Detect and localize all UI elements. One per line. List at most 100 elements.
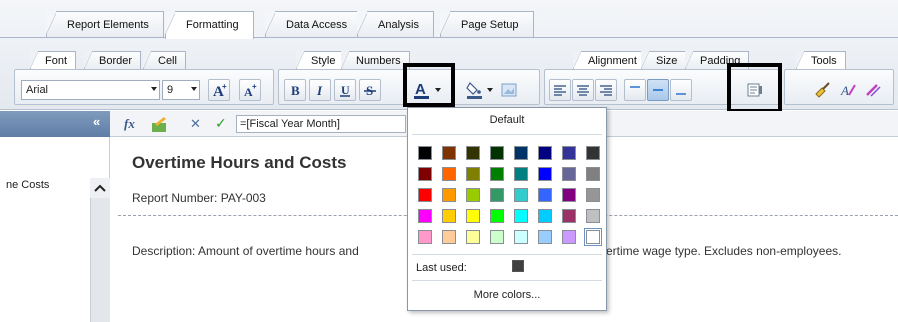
- color-swatch[interactable]: [586, 146, 600, 160]
- color-swatch[interactable]: [442, 230, 456, 244]
- color-swatch[interactable]: [562, 230, 576, 244]
- svg-text:+: +: [222, 82, 227, 91]
- clear-all-format-button[interactable]: [862, 79, 884, 101]
- format-painter-button[interactable]: [812, 79, 834, 101]
- color-swatch[interactable]: [562, 209, 576, 223]
- color-swatch[interactable]: [514, 188, 528, 202]
- align-left-button[interactable]: [549, 79, 571, 101]
- color-swatch[interactable]: [514, 146, 528, 160]
- report-number[interactable]: Report Number: PAY-003: [132, 191, 266, 205]
- align-bottom-button[interactable]: [670, 79, 692, 101]
- align-top-button[interactable]: [624, 79, 646, 101]
- align-right-icon: [600, 85, 612, 96]
- fill-color-dropdown[interactable]: [484, 79, 496, 101]
- tab-label: Formatting: [186, 19, 239, 31]
- color-swatch[interactable]: [466, 167, 480, 181]
- color-swatch[interactable]: [466, 230, 480, 244]
- strikethrough-button[interactable]: S: [359, 79, 381, 101]
- tab-data-access[interactable]: Data Access: [265, 11, 363, 37]
- color-swatch[interactable]: [418, 230, 432, 244]
- report-title[interactable]: Overtime Hours and Costs: [132, 153, 346, 173]
- color-swatch[interactable]: [490, 167, 504, 181]
- color-swatch[interactable]: [538, 146, 552, 160]
- font-name-combo[interactable]: Arial: [21, 80, 160, 100]
- report-description[interactable]: Description: Amount of overtime hours an…: [132, 244, 359, 258]
- report-description-tail[interactable]: ertime wage type. Excludes non-employees…: [606, 244, 841, 258]
- color-swatch[interactable]: [490, 230, 504, 244]
- tab-analysis[interactable]: Analysis: [357, 11, 434, 37]
- color-swatch[interactable]: [584, 228, 602, 246]
- collapse-panel-icon[interactable]: «: [93, 114, 100, 129]
- color-swatch[interactable]: [442, 167, 456, 181]
- cancel-formula-icon[interactable]: ✕: [190, 116, 201, 132]
- color-swatch[interactable]: [514, 230, 528, 244]
- tab-formatting[interactable]: Formatting: [165, 11, 254, 39]
- formula-value: =[Fiscal Year Month]: [240, 118, 340, 130]
- color-swatch[interactable]: [490, 146, 504, 160]
- decrease-font-button[interactable]: A +: [239, 79, 261, 101]
- color-swatch[interactable]: [466, 188, 480, 202]
- subtab-font[interactable]: Font: [30, 51, 77, 70]
- color-swatch[interactable]: [466, 146, 480, 160]
- subtab-style[interactable]: Style: [296, 51, 345, 70]
- color-swatch[interactable]: [538, 188, 552, 202]
- color-swatch[interactable]: [442, 188, 456, 202]
- subtab-label: Cell: [158, 55, 177, 67]
- subtab-border[interactable]: Border: [84, 51, 142, 70]
- color-swatch[interactable]: [562, 188, 576, 202]
- align-right-button[interactable]: [595, 79, 617, 101]
- shrink-font-icon: A +: [244, 82, 257, 98]
- validate-formula-icon[interactable]: ✓: [215, 115, 227, 132]
- color-swatch[interactable]: [538, 209, 552, 223]
- tab-page-setup[interactable]: Page Setup: [440, 11, 534, 37]
- color-swatch[interactable]: [442, 146, 456, 160]
- color-swatch[interactable]: [490, 209, 504, 223]
- color-swatch[interactable]: [418, 167, 432, 181]
- color-swatch[interactable]: [514, 167, 528, 181]
- fill-color-button[interactable]: [464, 79, 486, 101]
- svg-text:+: +: [252, 82, 257, 91]
- color-swatch[interactable]: [418, 188, 432, 202]
- color-swatch[interactable]: [442, 209, 456, 223]
- default-color-option[interactable]: Default: [408, 114, 606, 126]
- background-image-button[interactable]: [498, 79, 520, 101]
- align-center-button[interactable]: [572, 79, 594, 101]
- formula-editor-icon[interactable]: [150, 115, 170, 133]
- bold-button[interactable]: B: [284, 79, 306, 101]
- increase-font-button[interactable]: A +: [208, 79, 230, 101]
- color-swatch[interactable]: [514, 209, 528, 223]
- color-swatch[interactable]: [538, 167, 552, 181]
- color-swatch[interactable]: [538, 230, 552, 244]
- subtab-alignment[interactable]: Alignment: [573, 51, 646, 70]
- subtab-size[interactable]: Size: [641, 51, 687, 70]
- font-size-combo[interactable]: 9: [162, 80, 200, 100]
- color-swatch[interactable]: [586, 167, 600, 181]
- last-used-swatch[interactable]: [512, 260, 524, 272]
- color-swatch[interactable]: [562, 146, 576, 160]
- clear-format-button[interactable]: A: [837, 79, 859, 101]
- tab-label: Analysis: [378, 19, 419, 31]
- subtab-numbers[interactable]: Numbers: [341, 51, 410, 70]
- underline-button[interactable]: U: [334, 79, 356, 101]
- subtab-tools[interactable]: Tools: [796, 51, 846, 70]
- color-swatch[interactable]: [490, 188, 504, 202]
- color-swatch[interactable]: [466, 209, 480, 223]
- left-panel-item[interactable]: ne Costs: [6, 179, 49, 191]
- subtab-label: Tools: [811, 55, 837, 67]
- color-swatch[interactable]: [562, 167, 576, 181]
- align-top-icon: [630, 86, 640, 88]
- color-swatch[interactable]: [586, 188, 600, 202]
- italic-button[interactable]: I: [309, 79, 331, 101]
- color-swatch[interactable]: [586, 209, 600, 223]
- color-swatch[interactable]: [418, 209, 432, 223]
- subtab-cell[interactable]: Cell: [143, 51, 186, 70]
- function-icon[interactable]: fx: [124, 116, 135, 132]
- color-swatch[interactable]: [418, 146, 432, 160]
- more-colors-option[interactable]: More colors...: [408, 289, 606, 301]
- scrollbar[interactable]: [90, 178, 110, 322]
- tab-report-elements[interactable]: Report Elements: [46, 11, 164, 37]
- formula-input[interactable]: =[Fiscal Year Month]: [236, 115, 406, 133]
- scroll-up-button[interactable]: [90, 178, 110, 198]
- last-used-label: Last used:: [416, 262, 467, 274]
- align-middle-button[interactable]: [647, 79, 669, 101]
